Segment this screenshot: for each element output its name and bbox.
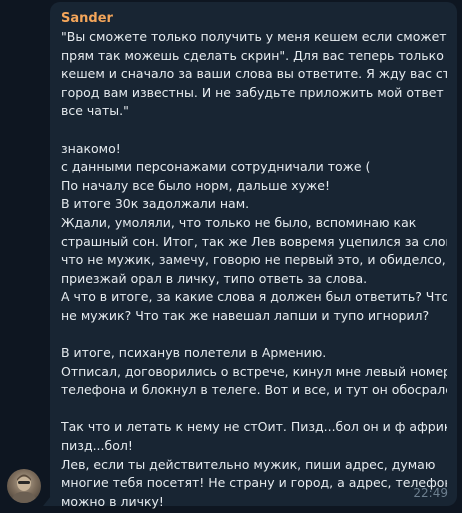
message-bubble[interactable]: Sander "Вы сможете только получить у мен… (43, 2, 457, 509)
message-line: приезжай орал в личку, типо ответь за сл… (61, 270, 368, 286)
message-line: Ждали, умоляли, что только не было, вспо… (61, 214, 417, 230)
message-line: пизд...бол! (61, 438, 133, 454)
message-line: Так что и летать к нему не стОит. Пизд..… (61, 419, 447, 435)
message-line: телефона и блокнул в телеге. Вот и все, … (61, 382, 447, 398)
message-line: что не мужик, замечу, говорю не первый э… (61, 252, 446, 268)
message-line: город вам известны. И не забудьте прилож… (61, 84, 447, 100)
sender-name[interactable]: Sander (61, 10, 447, 27)
message-line: Отписал, договорились о встрече, кинул м… (61, 363, 447, 379)
message-line: знакомо! (61, 140, 121, 156)
message-text: "Вы сможете только получить у меня кешем… (61, 28, 447, 511)
message-line: А что в итоге, за какие слова я должен б… (61, 289, 447, 305)
message-line: все чаты." (61, 103, 129, 119)
message-time: 22:49 (413, 486, 448, 500)
message-line: кешем и сначало за ваши слова вы ответит… (61, 66, 447, 82)
message-line: можно в личку! (61, 493, 164, 509)
avatar-photo-icon (11, 474, 37, 503)
message-line: В итоге, психанув полетели в Армению. (61, 345, 327, 361)
sender-avatar[interactable] (7, 469, 41, 503)
message-line: По началу все было норм, дальше хуже! (61, 177, 331, 193)
message-line: В итоге 30к задолжали нам. (61, 196, 250, 212)
message-line: прям так можешь сделать скрин". Для вас … (61, 47, 444, 63)
message-line: страшный сон. Итог, так же Лев вовремя у… (61, 233, 447, 249)
message-line: многие тебя посетят! Не страну и город, … (61, 475, 447, 491)
message-line: "Вы сможете только получить у меня кешем… (61, 29, 447, 44)
message-line: не мужик? Что так же навешал лапши и туп… (61, 307, 430, 323)
message-line: Лев, если ты действительно мужик, пиши а… (61, 456, 436, 472)
message-line: с данными персонажами сотрудничали тоже … (61, 159, 371, 175)
